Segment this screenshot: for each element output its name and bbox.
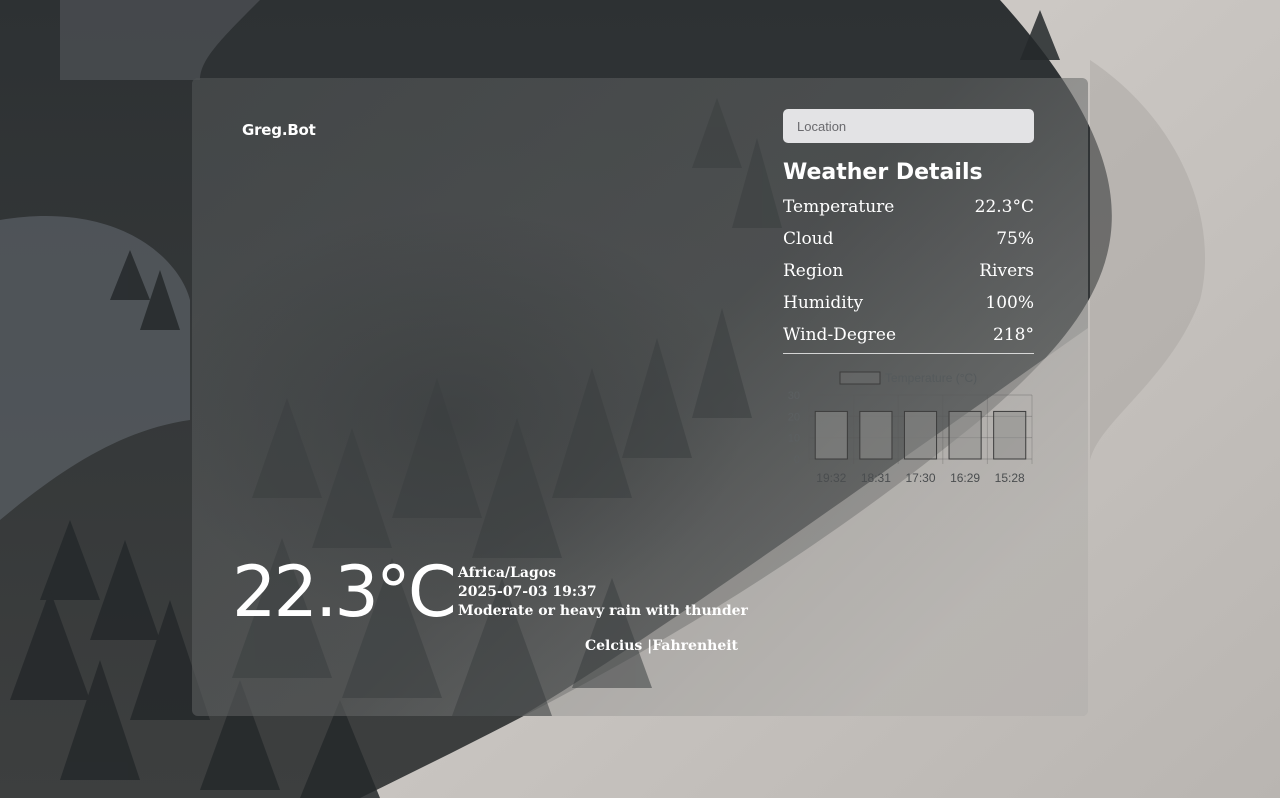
detail-value: 218° — [993, 325, 1034, 345]
detail-label: Region — [783, 261, 844, 281]
condition-label: Moderate or heavy rain with thunder — [458, 603, 748, 619]
fahrenheit-toggle[interactable]: Fahrenheit — [652, 638, 738, 654]
detail-label: Humidity — [783, 293, 864, 313]
chart-bar — [948, 410, 982, 460]
detail-row-wind-degree: Wind-Degree 218° — [783, 319, 1034, 351]
y-tick-label: 10 — [788, 433, 800, 445]
x-tick-label: 16:29 — [950, 471, 980, 485]
celsius-toggle[interactable]: Celcius | — [585, 638, 652, 654]
details-list: Temperature 22.3°C Cloud 75% Region Rive… — [783, 191, 1034, 351]
detail-row-temperature: Temperature 22.3°C — [783, 191, 1034, 223]
brand-logo: Greg.Bot — [242, 121, 316, 139]
datetime-label: 2025-07-03 19:37 — [458, 584, 597, 600]
detail-value: Rivers — [979, 261, 1034, 281]
location-search-input[interactable] — [783, 109, 1034, 143]
detail-row-cloud: Cloud 75% — [783, 223, 1034, 255]
x-tick-label: 18:31 — [861, 471, 891, 485]
temperature-chart: Temperature (°C) 0 10 20 30 19:32 18:31 17:30 16… — [783, 354, 1034, 494]
details-panel: Weather Details Temperature 22.3°C Cloud… — [783, 109, 1034, 494]
detail-value: 22.3°C — [974, 197, 1034, 217]
detail-row-region: Region Rivers — [783, 255, 1034, 287]
detail-value: 100% — [985, 293, 1034, 313]
legend-swatch — [839, 371, 881, 385]
legend-label: Temperature (°C) — [885, 371, 977, 385]
chart-bar — [859, 410, 893, 460]
y-tick-label: 20 — [788, 411, 800, 423]
x-tick-label: 19:32 — [816, 471, 846, 485]
detail-row-humidity: Humidity 100% — [783, 287, 1034, 319]
current-meta: Africa/Lagos 2025-07-03 19:37 Moderate o… — [458, 564, 748, 621]
details-title: Weather Details — [783, 160, 983, 185]
y-tick-label: 0 — [794, 454, 800, 466]
timezone-label: Africa/Lagos — [458, 565, 556, 581]
temperature-chart-svg: Temperature (°C) 0 10 20 30 19:32 18:31 17:30 16… — [788, 371, 1033, 485]
chart-bar — [903, 410, 938, 460]
unit-toggle: Celcius |Fahrenheit — [585, 638, 738, 654]
chart-bar — [993, 410, 1027, 460]
y-tick-label: 30 — [788, 390, 800, 402]
current-temperature: 22.3°C — [232, 551, 457, 633]
detail-label: Wind-Degree — [783, 325, 897, 345]
weather-card: Greg.Bot 22.3°C Africa/Lagos 2025-07-03 … — [192, 78, 1088, 716]
x-tick-label: 17:30 — [905, 471, 935, 485]
detail-label: Cloud — [783, 229, 834, 249]
chart-bar — [814, 410, 848, 460]
x-tick-label: 15:28 — [995, 471, 1025, 485]
detail-label: Temperature — [783, 197, 895, 217]
detail-value: 75% — [996, 229, 1034, 249]
